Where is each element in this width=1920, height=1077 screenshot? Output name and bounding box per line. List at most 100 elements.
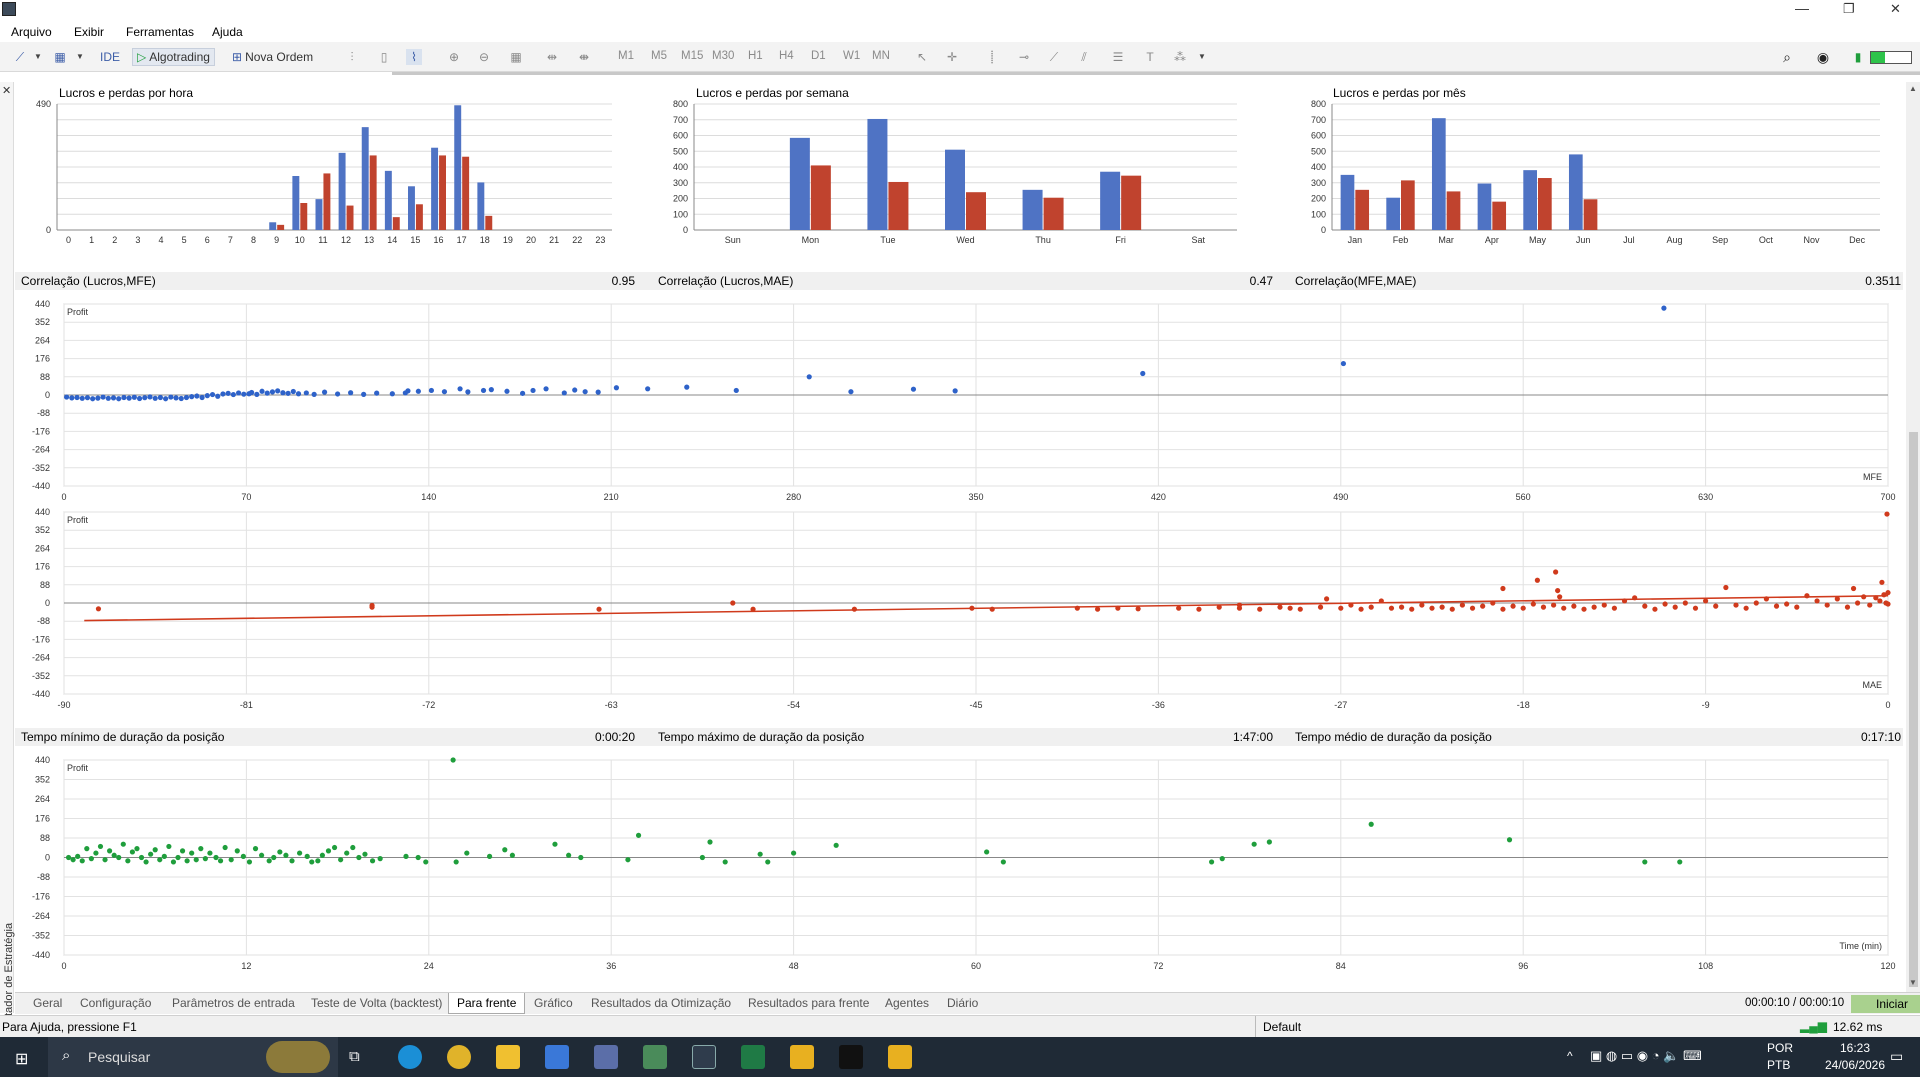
x-tick-label: -72 — [422, 700, 435, 710]
menu-ajuda[interactable]: Ajuda — [212, 25, 243, 39]
grid-icon[interactable]: ▦ — [508, 49, 524, 65]
zoom-out-icon[interactable]: ⊖ — [476, 49, 492, 65]
timeframe-m5[interactable]: M5 — [651, 50, 667, 62]
trendline-icon[interactable]: ⟋ — [1046, 49, 1062, 65]
timeframe-m30[interactable]: M30 — [712, 50, 734, 62]
algotrading-button[interactable]: ▷ Algotrading — [132, 48, 215, 66]
timeframe-h4[interactable]: H4 — [779, 50, 794, 62]
bar — [789, 137, 810, 230]
tray-icons[interactable]: ▣ ◍ ▭ ◉ ◔ 🔈 ⌨ — [1590, 1048, 1702, 1064]
fibonacci-icon[interactable]: ☰ — [1110, 49, 1126, 65]
restore-button[interactable]: ❐ — [1843, 1, 1855, 17]
start-button[interactable]: Iniciar — [1851, 995, 1920, 1013]
timeframe-mn[interactable]: MN — [872, 50, 890, 62]
menu-arquivo[interactable]: Arquivo — [11, 25, 52, 39]
vertical-line-icon[interactable]: ⸽ — [984, 49, 1000, 65]
task-view-icon[interactable]: ⧉ — [349, 1048, 360, 1065]
y-tick-label: 490 — [36, 99, 51, 109]
ide-button[interactable]: IDE — [100, 48, 120, 66]
store-icon[interactable] — [545, 1045, 569, 1069]
timeframe-h1[interactable]: H1 — [748, 50, 763, 62]
scatter-point — [910, 386, 917, 392]
tray-chevron-icon[interactable]: ^ — [1567, 1049, 1573, 1063]
chevron-down-icon[interactable]: ▼ — [30, 49, 46, 65]
channel-icon[interactable]: ⫽ — [1076, 49, 1092, 65]
y-tick-label: 200 — [1311, 194, 1326, 204]
scatter-point — [1490, 600, 1496, 606]
horizontal-line-icon[interactable]: ⊸ — [1016, 49, 1032, 65]
minimize-button[interactable]: — — [1795, 0, 1809, 16]
correlation-stats-bar: Correlação (Lucros,MFE) 0.95 Correlação … — [15, 272, 1903, 290]
timeframe-m1[interactable]: M1 — [618, 50, 634, 62]
tab-diario[interactable]: Diário — [947, 996, 978, 1010]
bar-chart-icon[interactable]: ⫶ — [344, 49, 360, 65]
app-s2-icon[interactable] — [888, 1045, 912, 1069]
shift-icon[interactable]: ⇼ — [576, 49, 592, 65]
crosshair-icon[interactable]: ✛ — [944, 49, 960, 65]
tab-geral[interactable]: Geral — [33, 996, 62, 1010]
tab-parametros[interactable]: Parâmetros de entrada — [172, 996, 295, 1010]
x-tick-label: Sat — [1191, 235, 1205, 245]
keyboard-layout[interactable]: PTB — [1767, 1058, 1790, 1072]
chevron-down-icon[interactable]: ▼ — [1194, 49, 1210, 65]
search-icon[interactable]: ⌕ — [1779, 49, 1795, 65]
scatter-point — [635, 832, 642, 838]
scatter-point — [277, 849, 283, 855]
scroll-up-icon[interactable]: ▲ — [1909, 84, 1917, 93]
language-code[interactable]: POR — [1767, 1041, 1793, 1055]
cursor-icon[interactable]: ↖ — [914, 49, 930, 65]
clock-date[interactable]: 24/06/2026 — [1817, 1058, 1893, 1072]
scatter-point — [1884, 511, 1890, 517]
tab-backtest[interactable]: Teste de Volta (backtest) — [311, 996, 442, 1010]
network-app-icon[interactable] — [594, 1045, 618, 1069]
scatter-point — [241, 391, 247, 397]
tab-resultados-otimizacao[interactable]: Resultados da Otimização — [591, 996, 731, 1010]
notifications-icon[interactable]: ▭ — [1890, 1048, 1903, 1065]
nova-ordem-button[interactable]: ⊞ Nova Ordem — [232, 48, 313, 66]
bar — [277, 224, 285, 230]
account-icon[interactable]: ◉ — [1815, 49, 1831, 65]
media-app-icon[interactable] — [643, 1045, 667, 1069]
side-panel-title: Testador de Estratégia — [3, 922, 15, 1033]
tab-resultados-frente[interactable]: Resultados para frente — [748, 996, 869, 1010]
shapes-icon[interactable]: ⁂ — [1172, 49, 1188, 65]
scatter-point — [464, 850, 470, 856]
tab-para-frente[interactable]: Para frente — [448, 993, 526, 1014]
text-icon[interactable]: T — [1142, 49, 1158, 65]
scatter-point — [552, 841, 558, 847]
chrome-icon[interactable] — [447, 1045, 471, 1069]
timeframe-m15[interactable]: M15 — [681, 50, 703, 62]
app-s-icon[interactable] — [790, 1045, 814, 1069]
file-explorer-icon[interactable] — [496, 1045, 520, 1069]
clock-time[interactable]: 16:23 — [1825, 1041, 1885, 1055]
scatter-point — [625, 857, 631, 863]
zoom-in-icon[interactable]: ⊕ — [446, 49, 462, 65]
timeframe-d1[interactable]: D1 — [811, 50, 826, 62]
candles-icon[interactable]: ▯ — [376, 49, 392, 65]
excel-icon[interactable] — [741, 1045, 765, 1069]
template-icon[interactable]: ▦ — [52, 49, 68, 65]
close-button[interactable]: ✕ — [1890, 1, 1901, 17]
scroll-icon[interactable]: ⇹ — [544, 49, 560, 65]
tab-agentes[interactable]: Agentes — [885, 996, 929, 1010]
menu-exibir[interactable]: Exibir — [74, 25, 104, 39]
menu-ferramentas[interactable]: Ferramentas — [126, 25, 194, 39]
metatrader-icon[interactable] — [692, 1045, 716, 1069]
chevron-down-icon[interactable]: ▼ — [72, 49, 88, 65]
chart-type-icon[interactable]: ⟋ — [12, 49, 28, 65]
edge-icon[interactable] — [398, 1045, 422, 1069]
tab-grafico[interactable]: Gráfico — [534, 996, 573, 1010]
scroll-thumb[interactable] — [1909, 432, 1918, 987]
plus-icon: ⊞ — [232, 50, 243, 64]
scroll-down-icon[interactable]: ▼ — [1909, 978, 1917, 987]
timeframe-w1[interactable]: W1 — [843, 50, 860, 62]
vertical-scrollbar[interactable]: ▲ ▼ — [1906, 82, 1920, 992]
tab-configuracao[interactable]: Configuração — [80, 996, 151, 1010]
taskbar-search-box[interactable]: ⌕ Pesquisar — [48, 1037, 338, 1077]
close-icon[interactable]: ✕ — [2, 84, 11, 97]
line-chart-icon[interactable]: ⌇ — [406, 49, 422, 65]
scatter-point — [303, 390, 309, 396]
signal-icon: ▮ — [1854, 50, 1862, 64]
xm-icon[interactable] — [839, 1045, 863, 1069]
windows-start-icon[interactable]: ⊞ — [15, 1049, 28, 1069]
